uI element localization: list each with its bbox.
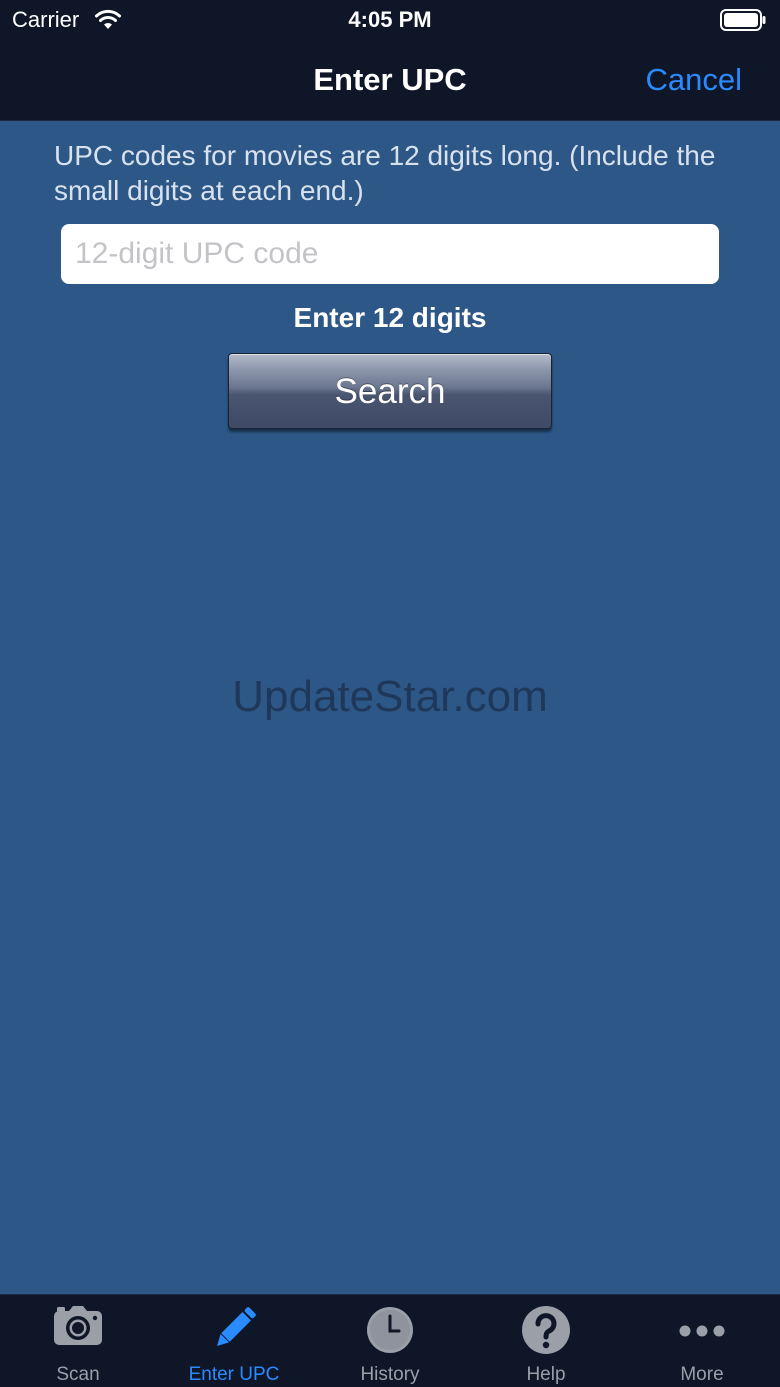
upc-input[interactable] xyxy=(61,224,719,284)
tab-label: Help xyxy=(526,1364,566,1385)
tab-label: More xyxy=(680,1364,724,1385)
camera-icon xyxy=(52,1305,104,1352)
watermark: UpdateStar.com xyxy=(232,672,548,721)
tab-history[interactable]: History xyxy=(312,1295,468,1387)
status-bar: Carrier 4:05 PM xyxy=(0,0,780,40)
clock-icon xyxy=(365,1305,415,1360)
tab-label: Enter UPC xyxy=(188,1364,280,1385)
tab-bar: Scan Enter UPC History Help More xyxy=(0,1294,780,1387)
question-icon xyxy=(521,1305,571,1360)
tab-label: Scan xyxy=(56,1364,100,1385)
status-time: 4:05 PM xyxy=(348,7,432,32)
navigation-bar: Enter UPC Cancel xyxy=(0,40,780,121)
search-button[interactable]: Search xyxy=(228,353,552,429)
tab-help[interactable]: Help xyxy=(468,1295,624,1387)
tab-label: History xyxy=(360,1364,420,1385)
more-icon xyxy=(677,1305,727,1350)
tab-enter-upc[interactable]: Enter UPC xyxy=(156,1295,312,1387)
cancel-button[interactable]: Cancel xyxy=(646,62,743,98)
tab-scan[interactable]: Scan xyxy=(0,1295,156,1387)
tab-more[interactable]: More xyxy=(624,1295,780,1387)
digits-hint: Enter 12 digits xyxy=(293,302,487,333)
upc-instructions: UPC codes for movies are 12 digits long.… xyxy=(54,140,716,206)
battery-icon xyxy=(720,9,766,36)
pencil-icon xyxy=(208,1305,260,1358)
